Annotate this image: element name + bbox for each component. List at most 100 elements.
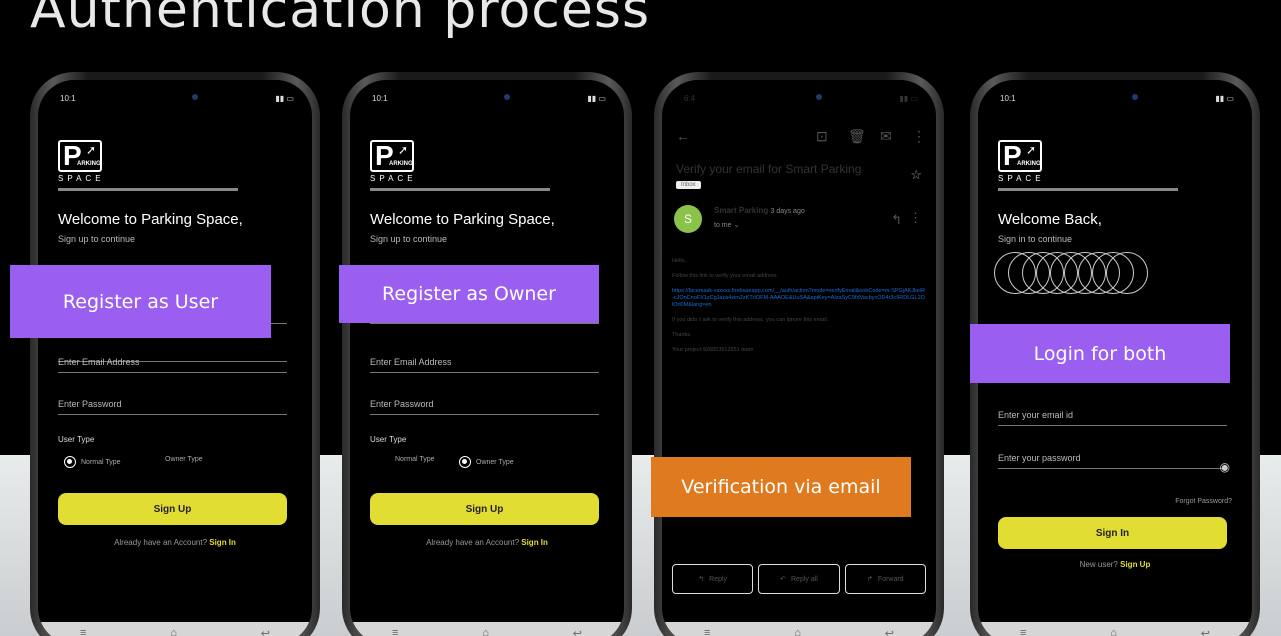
forward-icon: ↱ (867, 576, 873, 583)
more-vert-icon[interactable]: ⋮ (909, 210, 922, 226)
body-greeting: Hello, (672, 258, 687, 264)
welcome-heading: Welcome to Parking Space, (58, 211, 243, 228)
email-field[interactable]: Enter Email Address (58, 357, 287, 373)
sender-line: Smart Parking 3 days ago (714, 206, 805, 215)
email-body: Hello, Follow this link to verify your e… (672, 258, 926, 362)
subtitle: Sign up to continue (58, 234, 136, 244)
battery-icon: ▮▮ ▭ (899, 94, 918, 103)
forgot-password-link[interactable]: Forgot Password? (1175, 498, 1232, 505)
parking-space-logo: P ➚ ARKING SPACE (58, 140, 105, 183)
phone-screen: 10:1 ▮▮ ▭ P ➚ ARKING SPACE Welcome to Park… (350, 80, 624, 636)
subtitle: Sign in to continue (998, 234, 1073, 244)
inbox-tag: Inbox (676, 181, 701, 189)
delete-icon[interactable]: 🗑 (848, 128, 866, 145)
phone-screen: 10:1 ▮▮ ▭ P ➚ ARKING SPACE Welcome to Park… (38, 80, 312, 636)
home-icon[interactable]: ⌂ (1110, 627, 1117, 636)
home-icon[interactable]: ⌂ (794, 627, 801, 636)
notch (1070, 86, 1160, 108)
signup-button[interactable]: Sign Up (58, 493, 287, 525)
forward-button[interactable]: ↱ Forward (844, 564, 926, 594)
email-actions: ↰ Reply ↶ Reply all ↱ Forward (672, 564, 926, 594)
label-register-user: Register as User (10, 265, 271, 338)
signin-link[interactable]: Sign In (521, 538, 548, 547)
divider (998, 188, 1178, 191)
phone-register-user: 10:1 ▮▮ ▭ P ➚ ARKING SPACE Welcome to Park… (30, 72, 320, 636)
more-vert-icon[interactable]: ⋮ (912, 128, 926, 145)
signup-button[interactable]: Sign Up (370, 493, 599, 525)
divider (58, 188, 238, 191)
archive-icon[interactable]: ⊡ (816, 128, 828, 145)
notch (130, 86, 220, 108)
email-field[interactable]: Enter your email id (998, 410, 1227, 426)
verification-link[interactable]: https://facemask-xxxxxx.firebaseapp.com/… (672, 288, 926, 309)
back-arrow-icon[interactable]: ← (676, 128, 690, 144)
reply-all-button[interactable]: ↶ Reply all (758, 564, 840, 594)
android-nav-bar: ≡ ⌂ ↩ (978, 622, 1252, 636)
star-icon[interactable]: ☆ (910, 167, 922, 183)
phone-email-verification: 6:4 ▮▮ ▭ ← ⊡ 🗑 ✉ ⋮ Verify your email for… (654, 72, 944, 636)
signin-link[interactable]: Sign In (209, 538, 236, 547)
reply-all-icon: ↶ (780, 576, 786, 583)
clock: 10:1 (372, 94, 388, 103)
new-user-text: New user? Sign Up (1079, 560, 1151, 569)
eye-icon[interactable]: ◉ (1220, 460, 1230, 474)
phone-register-owner: 10:1 ▮▮ ▭ P ➚ ARKING SPACE Welcome to Park… (342, 72, 632, 636)
notch (442, 86, 532, 108)
reply-icon[interactable]: ↰ (891, 212, 902, 228)
clock: 6:4 (684, 94, 696, 103)
reply-button[interactable]: ↰ Reply (672, 564, 754, 594)
reply-icon: ↰ (698, 576, 705, 583)
already-account-text: Already have an Account? Sign In (114, 538, 236, 547)
radio-normal-type[interactable]: Normal Type (64, 456, 121, 468)
email-subject: Verify your email for Smart Parking (676, 162, 862, 176)
sent-time: 3 days ago (770, 208, 805, 215)
signin-button[interactable]: Sign In (998, 517, 1227, 549)
battery-icon: ▮▮ ▭ (587, 94, 606, 103)
sender-name: Smart Parking (714, 206, 769, 215)
android-nav-bar: ≡ ⌂ ↩ (662, 622, 936, 636)
back-icon[interactable]: ↩ (573, 627, 582, 636)
battery-icon: ▮▮ ▭ (275, 94, 294, 103)
slide-title: Authentication process (30, 0, 651, 40)
menu-icon[interactable]: ≡ (1020, 627, 1026, 636)
password-field[interactable]: Enter your password (998, 453, 1227, 469)
body-thanks: Thanks, (672, 332, 692, 338)
back-icon[interactable]: ↩ (261, 627, 270, 636)
menu-icon[interactable]: ≡ (704, 627, 710, 636)
radio-owner-type[interactable]: Owner Type (459, 456, 514, 468)
user-type-label: User Type (58, 435, 95, 444)
camera-icon (1132, 94, 1138, 100)
menu-icon[interactable]: ≡ (80, 627, 86, 636)
parking-space-logo: P ➚ ARKING SPACE (998, 140, 1045, 183)
body-team: Your project-926853512651 team (672, 347, 754, 353)
avatar: S (674, 205, 702, 233)
mail-icon[interactable]: ✉ (880, 128, 892, 145)
radio-owner-type[interactable]: Owner Type (165, 456, 203, 463)
home-icon[interactable]: ⌂ (482, 627, 489, 636)
clock: 10:1 (60, 94, 76, 103)
back-icon[interactable]: ↩ (1201, 627, 1210, 636)
camera-icon (192, 94, 198, 100)
home-icon[interactable]: ⌂ (170, 627, 177, 636)
welcome-heading: Welcome Back, (998, 211, 1102, 228)
android-nav-bar: ≡ ⌂ ↩ (350, 622, 624, 636)
notch (754, 86, 844, 108)
radio-normal-type[interactable]: Normal Type (395, 456, 435, 463)
back-icon[interactable]: ↩ (885, 627, 894, 636)
body-instruction: Follow this link to verify your email ad… (672, 273, 779, 279)
signup-link[interactable]: Sign Up (1120, 560, 1150, 569)
radio-checked-icon (459, 456, 471, 468)
loading-circles (994, 252, 1154, 294)
battery-icon: ▮▮ ▭ (1215, 94, 1234, 103)
chevron-down-icon: ⌄ (733, 222, 740, 229)
recipient-line[interactable]: to me ⌄ (714, 221, 739, 229)
menu-icon[interactable]: ≡ (392, 627, 398, 636)
body-ignore: If you didn`t ask to verify this address… (672, 317, 829, 323)
camera-icon (816, 94, 822, 100)
email-field[interactable]: Enter Email Address (370, 357, 599, 373)
password-field[interactable]: Enter Password (370, 399, 599, 415)
label-verification: Verification via email (651, 457, 911, 517)
password-field[interactable]: Enter Password (58, 399, 287, 415)
label-register-owner: Register as Owner (339, 265, 599, 323)
divider (370, 188, 550, 191)
